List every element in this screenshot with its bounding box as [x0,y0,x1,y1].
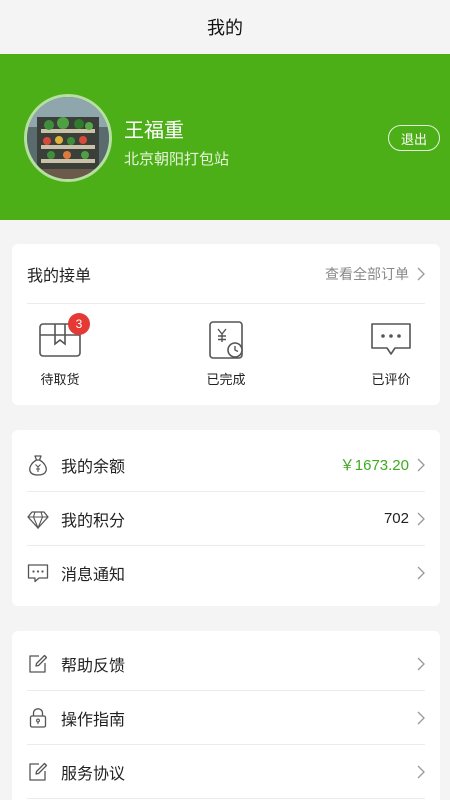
feedback-row[interactable]: 帮助反馈 [27,637,425,691]
avatar-image [27,97,109,179]
balance-value: ￥1673.20 [339,457,409,474]
edit-icon [29,654,48,673]
chevron-right-icon [417,711,425,724]
chevron-right-icon [417,512,425,525]
order-tab-pending-label: 待取货 [40,373,80,388]
avatar[interactable] [24,94,112,182]
orders-header: 我的接单 查看全部订单 [27,244,425,304]
chevron-right-icon [417,458,425,471]
user-name: 王福重 [124,118,184,142]
guide-label: 操作指南 [61,709,126,729]
order-tab-reviewed[interactable]: 已评价 [351,320,431,388]
order-tab-completed-label: 已完成 [206,373,246,388]
profile-banner: 王福重 北京朝阳打包站 退出 [0,54,450,220]
guide-row[interactable]: 操作指南 [27,691,425,745]
balance-row[interactable]: 我的余额 ￥1673.20 [27,438,425,492]
logout-button[interactable]: 退出 [388,125,440,151]
chat-bubble-icon [371,323,411,355]
points-value: 702 [383,510,409,527]
pending-count-badge: 3 [68,313,90,335]
chevron-right-icon [417,267,425,280]
diamond-icon [27,510,49,529]
points-row[interactable]: 我的积分 702 [27,492,425,546]
view-all-orders-link[interactable]: 查看全部订单 [325,264,425,284]
wallet-card: 我的余额 ￥1673.20 我的积分 702 消息通知 [12,430,440,606]
orders-title: 我的接单 [27,265,92,285]
chevron-right-icon [417,765,425,778]
agreement-row[interactable]: 服务协议 [27,745,425,799]
message-icon [27,564,49,583]
order-tab-pending[interactable]: 3 待取货 [20,313,100,388]
money-bag-icon [29,454,47,476]
agreement-label: 服务协议 [61,763,126,783]
orders-card: 我的接单 查看全部订单 3 待取货 已完成 已评价 [12,244,440,405]
user-station: 北京朝阳打包站 [124,150,230,168]
help-card: 帮助反馈 操作指南 服务协议 [12,631,440,800]
document-edit-icon [29,762,48,781]
messages-row[interactable]: 消息通知 [27,546,425,600]
balance-label: 我的余额 [61,456,126,476]
chevron-right-icon [417,657,425,670]
feedback-label: 帮助反馈 [61,655,126,675]
messages-label: 消息通知 [61,565,126,584]
points-label: 我的积分 [61,510,126,530]
title-bar: 我的 [0,0,450,54]
chevron-right-icon [417,566,425,580]
lock-icon [29,707,47,728]
page-title: 我的 [207,18,243,39]
receipt-clock-icon [209,321,243,359]
view-all-orders-label: 查看全部订单 [325,266,409,283]
order-tab-reviewed-label: 已评价 [371,373,411,388]
order-tab-completed[interactable]: 已完成 [186,320,266,388]
